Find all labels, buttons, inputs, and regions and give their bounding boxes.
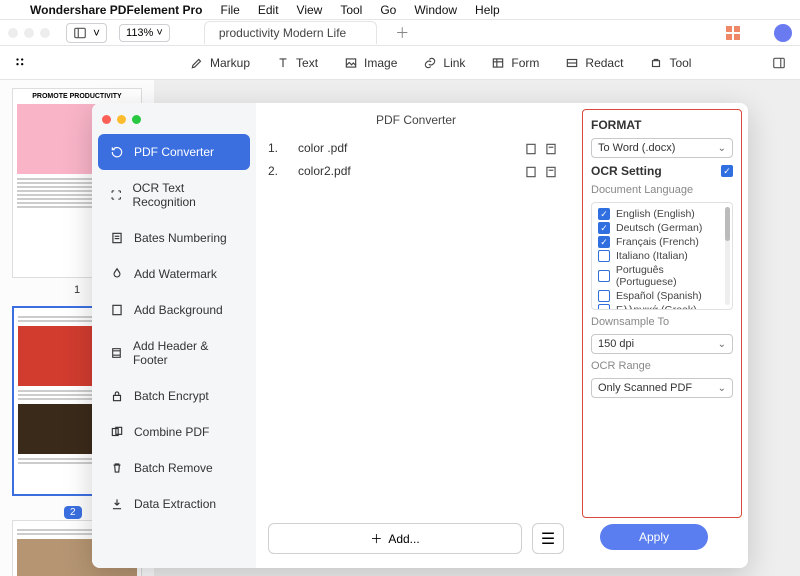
- sidebar-item-batch-remove[interactable]: Batch Remove: [98, 450, 250, 486]
- lang-item[interactable]: Español (Spanish): [594, 289, 730, 303]
- file-row[interactable]: 2. color2.pdf: [268, 160, 564, 183]
- zoom-select[interactable]: 113% ˅: [119, 24, 170, 42]
- format-panel: FORMAT To Word (.docx)⌄ OCR Setting ✓ Do…: [582, 109, 742, 518]
- text-button[interactable]: Text: [276, 56, 318, 70]
- sidebar-item-watermark[interactable]: Add Watermark: [98, 256, 250, 292]
- tool-button[interactable]: Tool: [649, 56, 691, 70]
- menu-help[interactable]: Help: [475, 3, 500, 17]
- markup-button[interactable]: Markup: [190, 56, 250, 70]
- file-list: 1. color .pdf 2. color2.pdf: [256, 137, 576, 515]
- page-number-badge: 2: [64, 506, 82, 519]
- plus-icon: ＋: [370, 530, 382, 547]
- settings-icon[interactable]: [544, 141, 564, 156]
- account-avatar[interactable]: [774, 24, 792, 42]
- menu-edit[interactable]: Edit: [258, 3, 279, 17]
- panel-icon[interactable]: [772, 56, 786, 70]
- form-button[interactable]: Form: [491, 56, 539, 70]
- apps-icon[interactable]: [726, 26, 740, 40]
- modal-sidebar: PDF Converter OCR Text Recognition Bates…: [92, 103, 256, 568]
- page-range-icon[interactable]: [524, 164, 544, 179]
- lang-item[interactable]: Italiano (Italian): [594, 249, 730, 263]
- menu-go[interactable]: Go: [380, 3, 396, 17]
- checkbox-icon[interactable]: [598, 270, 610, 282]
- lang-item[interactable]: ✓Deutsch (German): [594, 221, 730, 235]
- ocr-range-select[interactable]: Only Scanned PDF⌄: [591, 378, 733, 398]
- checkbox-icon[interactable]: [598, 250, 610, 262]
- chevron-down-icon: ˅: [93, 26, 100, 40]
- thumb-title: PROMOTE PRODUCTIVITY: [17, 93, 137, 100]
- app-name[interactable]: Wondershare PDFelement Pro: [30, 3, 203, 17]
- add-file-button[interactable]: ＋Add...: [268, 523, 522, 554]
- menu-file[interactable]: File: [221, 3, 240, 17]
- mac-menubar: Wondershare PDFelement Pro File Edit Vie…: [0, 0, 800, 20]
- scrollbar-thumb[interactable]: [725, 207, 730, 241]
- checkbox-icon[interactable]: ✓: [598, 236, 610, 248]
- lang-item[interactable]: ✓Français (French): [594, 235, 730, 249]
- sidebar-item-data-extraction[interactable]: Data Extraction: [98, 486, 250, 522]
- link-button[interactable]: Link: [423, 56, 465, 70]
- modal-center: PDF Converter 1. color .pdf 2. color2.pd…: [256, 103, 576, 568]
- sidebar-item-background[interactable]: Add Background: [98, 292, 250, 328]
- downsample-label: Downsample To: [591, 316, 733, 328]
- lang-item[interactable]: Ελληνικά (Greek): [594, 303, 730, 310]
- doc-language-label: Document Language: [591, 184, 733, 196]
- checkbox-icon[interactable]: [598, 304, 610, 310]
- ocr-range-label: OCR Range: [591, 360, 733, 372]
- main-toolbar: Markup Text Image Link Form Redact Tool: [0, 46, 800, 80]
- grid-icon[interactable]: [14, 56, 28, 70]
- modal-title: PDF Converter: [256, 103, 576, 137]
- settings-icon[interactable]: [544, 164, 564, 179]
- lang-item[interactable]: ✓English (English): [594, 207, 730, 221]
- chevron-down-icon: ⌄: [718, 339, 726, 350]
- sidebar-item-pdf-converter[interactable]: PDF Converter: [98, 134, 250, 170]
- page-range-icon[interactable]: [524, 141, 544, 156]
- image-button[interactable]: Image: [344, 56, 397, 70]
- sidebar-item-ocr[interactable]: OCR Text Recognition: [98, 170, 250, 220]
- menu-view[interactable]: View: [297, 3, 323, 17]
- modal-window-controls[interactable]: [92, 111, 256, 134]
- checkbox-icon[interactable]: ✓: [598, 208, 610, 220]
- sidebar-item-encrypt[interactable]: Batch Encrypt: [98, 378, 250, 414]
- window-controls[interactable]: [8, 28, 50, 38]
- format-title: FORMAT: [591, 118, 733, 132]
- ocr-title: OCR Setting: [591, 164, 662, 178]
- menu-window[interactable]: Window: [414, 3, 457, 17]
- sidebar-item-bates[interactable]: Bates Numbering: [98, 220, 250, 256]
- chevron-down-icon: ⌄: [718, 143, 726, 154]
- lang-item[interactable]: Português (Portuguese): [594, 263, 730, 289]
- ocr-toggle[interactable]: ✓: [721, 165, 733, 177]
- sidebar-toggle-button[interactable]: ˅: [66, 23, 107, 43]
- chevron-down-icon: ⌄: [718, 383, 726, 394]
- window-chrome: ˅ 113% ˅ productivity Modern Life ＋: [0, 20, 800, 46]
- new-tab-button[interactable]: ＋: [395, 23, 409, 43]
- list-menu-button[interactable]: ☰: [532, 523, 564, 554]
- menu-tool[interactable]: Tool: [340, 3, 362, 17]
- document-tab[interactable]: productivity Modern Life: [204, 21, 377, 44]
- format-select[interactable]: To Word (.docx)⌄: [591, 138, 733, 158]
- checkbox-icon[interactable]: [598, 290, 610, 302]
- sidebar-item-combine[interactable]: Combine PDF: [98, 414, 250, 450]
- downsample-select[interactable]: 150 dpi⌄: [591, 334, 733, 354]
- checkbox-icon[interactable]: ✓: [598, 222, 610, 234]
- redact-button[interactable]: Redact: [565, 56, 623, 70]
- apply-button[interactable]: Apply: [600, 524, 708, 550]
- sidebar-item-header-footer[interactable]: Add Header & Footer: [98, 328, 250, 378]
- file-row[interactable]: 1. color .pdf: [268, 137, 564, 160]
- language-list[interactable]: ✓English (English) ✓Deutsch (German) ✓Fr…: [591, 202, 733, 310]
- pdf-converter-modal: PDF Converter OCR Text Recognition Bates…: [92, 103, 748, 568]
